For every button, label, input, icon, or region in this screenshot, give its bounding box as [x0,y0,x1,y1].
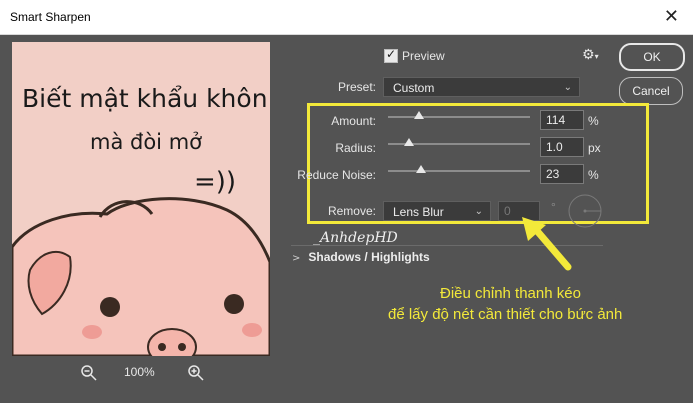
amount-slider-track[interactable] [388,111,530,119]
annotation-arrow [522,217,572,271]
reduce-noise-slider-thumb[interactable] [415,165,426,173]
amount-slider-thumb[interactable] [414,111,425,119]
gear-icon[interactable]: ⚙▾ [582,47,599,63]
title-bar: Smart Sharpen ✕ [0,0,693,35]
radius-label: Radius: [335,141,376,155]
reduce-noise-unit: % [588,168,599,182]
amount-label: Amount: [331,114,376,128]
chevron-down-icon: ⌄ [563,82,572,93]
shadows-highlights-label: Shadows / Highlights [308,250,430,264]
radius-input[interactable]: 1.0 [540,137,584,157]
remove-value: Lens Blur [393,205,444,219]
dialog-body: Biết mật khẩu khôn mà đòi mở =)) 100% ✓ … [0,35,693,403]
preview-text-line2: mà đòi mở [90,130,202,154]
shadows-highlights-toggle[interactable]: > Shadows / Highlights [292,250,430,264]
close-icon[interactable]: ✕ [664,6,679,27]
zoom-in-icon[interactable] [187,364,205,382]
radius-slider-track[interactable] [388,138,530,146]
reduce-noise-slider-track[interactable] [388,165,530,173]
watermark: _AnhdepHD [313,230,398,246]
preview-checkbox[interactable]: ✓ [384,47,398,63]
radius-slider-thumb[interactable] [404,138,415,146]
preset-select[interactable]: Custom ⌄ [383,77,580,97]
chevron-down-icon: ⌄ [474,206,483,217]
cancel-button[interactable]: Cancel [619,77,683,105]
radius-unit: px [588,141,601,155]
window-title: Smart Sharpen [10,10,91,24]
zoom-level: 100% [124,365,155,379]
preview-text-line1: Biết mật khẩu khôn [22,84,268,113]
preview-emoticon: =)) [194,167,237,197]
remove-select[interactable]: Lens Blur ⌄ [383,201,491,221]
degree-symbol: ° [551,200,556,214]
remove-label: Remove: [327,204,376,218]
checkmark-icon: ✓ [386,47,397,61]
annotation-line2: để lấy độ nét cần thiết cho bức ảnh [388,306,623,323]
reduce-noise-label: Reduce Noise: [297,168,376,182]
preview-label: Preview [402,49,445,63]
amount-unit: % [588,114,599,128]
chevron-right-icon: > [292,253,301,264]
preset-label: Preset: [337,80,376,94]
annotation-line1: Điều chỉnh thanh kéo [440,285,581,302]
ok-button[interactable]: OK [619,43,685,71]
reduce-noise-input[interactable]: 23 [540,164,584,184]
preset-value: Custom [393,81,435,95]
preview-image[interactable]: Biết mật khẩu khôn mà đòi mở =)) [12,42,270,356]
zoom-out-icon[interactable] [80,364,98,382]
amount-input[interactable]: 114 [540,110,584,130]
